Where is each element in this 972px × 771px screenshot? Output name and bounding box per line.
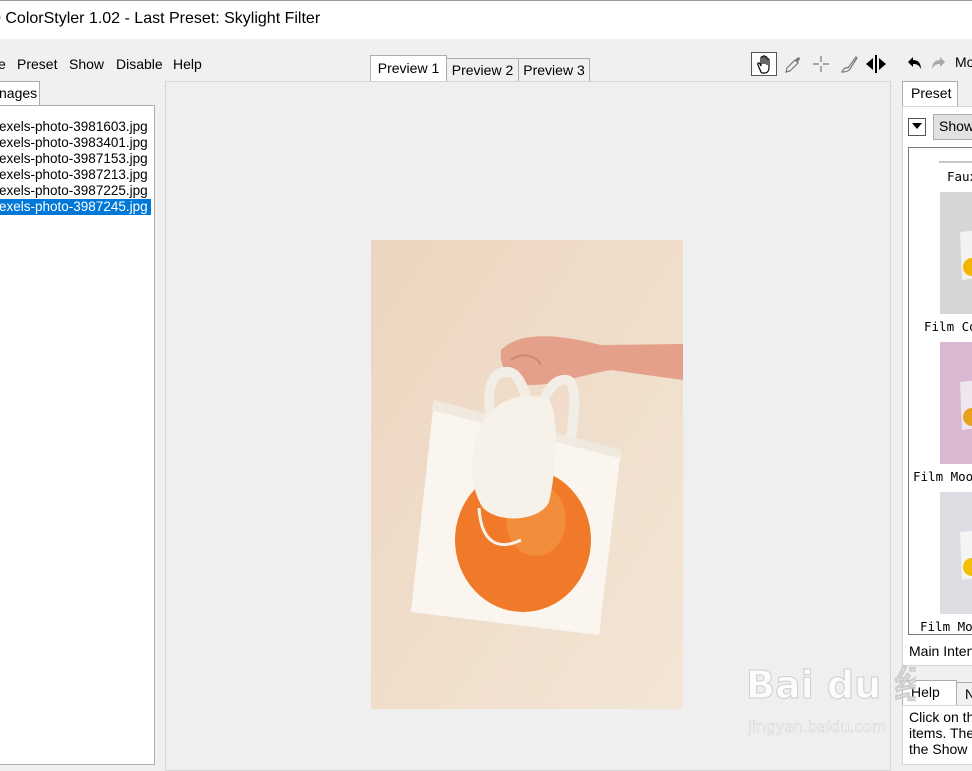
main-intensity-label: Main Inten <box>909 643 972 659</box>
list-item-selected[interactable]: exels-photo-3987245.jpg <box>0 199 151 215</box>
tab-preview-1[interactable]: Preview 1 <box>370 55 447 82</box>
menu-preset[interactable]: Preset <box>17 56 57 72</box>
crosshair-icon[interactable] <box>808 52 834 76</box>
watermark-url: jingyan.baidu.com <box>747 718 886 736</box>
menu-show[interactable]: Show <box>69 56 104 72</box>
menu-file[interactable]: e <box>0 56 6 72</box>
show-button[interactable]: Show <box>933 114 972 140</box>
list-item[interactable]: exels-photo-3987213.jpg <box>0 167 151 183</box>
preset-list[interactable]: Faux Film Co Film Moo Film Mo <box>908 147 972 635</box>
hand-icon[interactable] <box>751 52 777 76</box>
watermark-text: Bai du 经验 <box>746 663 916 707</box>
preset-label: Faux <box>947 169 972 184</box>
chevron-down-icon <box>912 123 922 129</box>
split-arrows-icon[interactable] <box>863 52 889 76</box>
list-item[interactable]: exels-photo-3987225.jpg <box>0 183 151 199</box>
preset-label: Film Moo <box>913 469 972 484</box>
preview-photo <box>371 240 683 709</box>
list-item[interactable]: exels-photo-3981603.jpg <box>0 119 151 135</box>
preset-thumbnail[interactable] <box>940 492 972 614</box>
menu-help[interactable]: Help <box>173 56 202 72</box>
tab-preview-3[interactable]: Preview 3 <box>518 58 590 82</box>
list-item[interactable]: exels-photo-3987153.jpg <box>0 151 151 167</box>
redo-icon[interactable] <box>926 52 952 76</box>
help-text: Click on th items. The the Show r <box>909 709 972 757</box>
tab-preset[interactable]: Preset <box>902 81 958 107</box>
title-text: ColorStyler 1.02 - Last Preset: Skylight… <box>5 10 321 27</box>
tab-images-label: nages <box>0 85 38 101</box>
dropdown-button[interactable] <box>908 118 926 136</box>
file-list[interactable]: exels-photo-3981603.jpg exels-photo-3983… <box>0 105 155 765</box>
list-item[interactable]: exels-photo-3983401.jpg <box>0 135 151 151</box>
preset-label: Film Mo <box>920 619 972 634</box>
title-prefix: 0 <box>0 10 1 27</box>
undo-icon[interactable] <box>901 52 927 76</box>
menu-disable[interactable]: Disable <box>116 56 163 72</box>
eyedropper-icon[interactable] <box>780 52 806 76</box>
thumb-edge <box>939 161 972 163</box>
preset-thumbnail[interactable] <box>940 192 972 314</box>
title-bar: 0 ColorStyler 1.02 - Last Preset: Skylig… <box>0 0 972 39</box>
tab-images[interactable]: nages <box>0 81 40 106</box>
preset-thumbnail[interactable] <box>940 342 972 464</box>
tab-preset-label: Preset <box>911 85 952 101</box>
window-title: 0 ColorStyler 1.02 - Last Preset: Skylig… <box>0 10 320 28</box>
brush-icon[interactable] <box>836 52 862 76</box>
tab-preview-2[interactable]: Preview 2 <box>446 58 519 82</box>
toolbar-mode-label: Mo <box>955 54 972 70</box>
baidu-watermark: Bai du 经验 jingyan.baidu.com <box>746 663 916 737</box>
preset-label: Film Co <box>924 319 972 334</box>
